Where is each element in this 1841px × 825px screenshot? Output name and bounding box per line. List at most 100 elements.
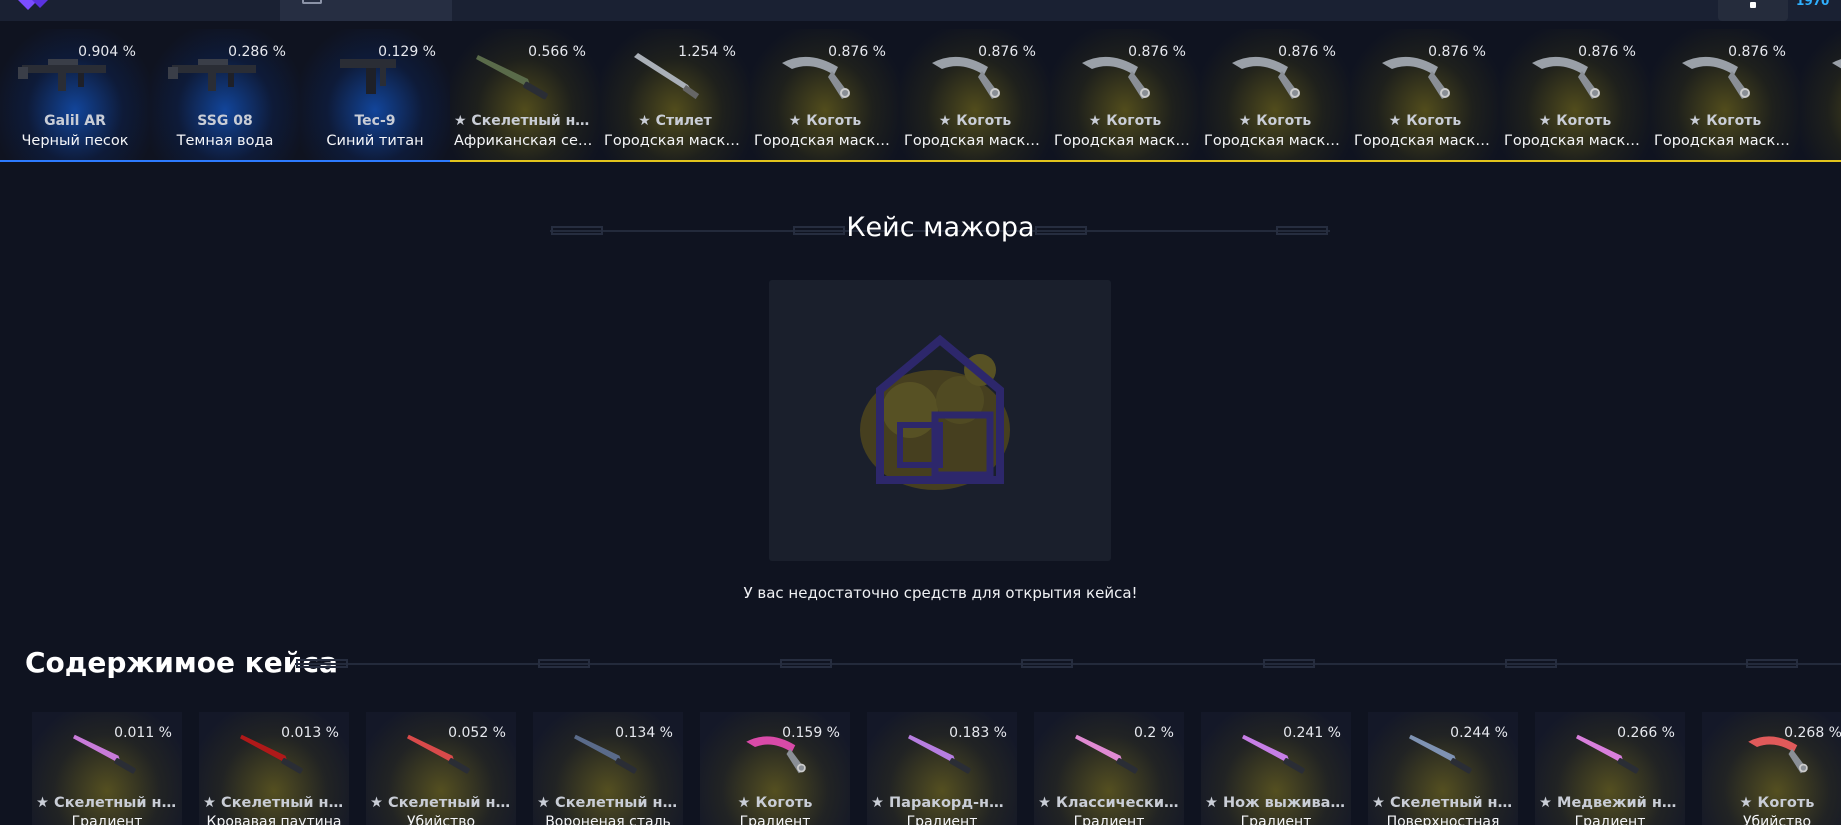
item-image [1818,45,1841,101]
live-drop-item[interactable]: 0.876 % ★ Коготь Городская маскировка [900,29,1050,162]
case-content-item[interactable]: 0.011 % ★ Скелетный нож Градиент [32,712,182,825]
drop-chance: 0.876 % [828,44,886,60]
case-image-icon [860,334,1010,490]
live-drop-item[interactable]: 0.876 % ★ Коготь Городская маскировка [1500,29,1650,162]
drop-chance: 0.134 % [615,725,673,741]
live-drop-item[interactable]: 0.876 % ★ Коготь Городская маскировка [1050,29,1200,162]
item-skin: Городская маскировка [1654,133,1796,149]
item-skin: Кровавая паутина [206,814,342,825]
item-name: ★ Коготь [1538,113,1612,129]
item-skin: Городская маскировка [1354,133,1496,149]
drop-chance: 0.183 % [949,725,1007,741]
item-skin: Убийство [1742,814,1812,825]
drop-chance: 0.013 % [281,725,339,741]
item-name: ★ Медвежий нож [1539,795,1681,811]
live-drop-item[interactable]: 0.904 % Galil AR Черный песок [0,29,150,162]
item-skin: Синий титан [326,133,424,149]
drop-chance: 0.876 % [1428,44,1486,60]
drop-chance: 0.566 % [528,44,586,60]
karambit-icon [1832,59,1841,69]
menu-icon [1750,2,1756,8]
case-content-item[interactable]: 0.183 % ★ Паракорд-нож Градиент [867,712,1017,825]
drop-chance: 0.876 % [978,44,1036,60]
item-name: ★ [1804,113,1841,129]
live-drop-item[interactable]: 0.129 % Tec-9 Синий титан [300,29,450,162]
drop-chance: 0.286 % [228,44,286,60]
logo-icon[interactable] [18,0,52,12]
item-skin: Убийство [406,814,476,825]
case-content-item[interactable]: 0.241 % ★ Нож выживания Градиент [1201,712,1351,825]
item-skin: Градиент [906,814,978,825]
insufficient-funds-message: У вас недостаточно средств для открытия … [743,584,1138,602]
item-name: ★ Скелетный нож [537,795,679,811]
drop-chance: 1.254 % [678,44,736,60]
item-name: Tec-9 [354,113,396,129]
item-skin: Темная вода [176,133,274,149]
drop-chance: 0.266 % [1617,725,1675,741]
item-name: ★ Скелетный нож [454,113,596,129]
item-name: ★ Скелетный нож [1372,795,1514,811]
item-name: ★ Классический нож [1038,795,1180,811]
item-skin: Поверхностная [1386,814,1500,825]
contents-decoration-line [295,659,1841,668]
item-skin: Городская маскировка [754,133,896,149]
item-skin: Городская маскировка [904,133,1046,149]
box-icon [302,0,322,4]
item-name: ★ Нож выживания [1205,795,1347,811]
case-content-item[interactable]: 0.134 % ★ Скелетный нож Вороненая сталь [533,712,683,825]
live-drop-item[interactable]: 0.286 % SSG 08 Темная вода [150,29,300,162]
drop-chance: 0.129 % [378,44,436,60]
item-skin: Городс [1804,133,1841,149]
item-name: ★ Коготь [938,113,1012,129]
live-drop-item[interactable]: 1.254 % ★ Стилет Городская маскировка [600,29,750,162]
drop-chance: 0.876 % [1728,44,1786,60]
nav-tab-cases[interactable] [280,0,452,21]
item-skin: Градиент [1240,814,1312,825]
top-navigation-bar: 1970 [0,0,1841,21]
item-name: ★ Скелетный нож [370,795,512,811]
item-name: ★ Коготь [1388,113,1462,129]
case-content-item[interactable]: 0.052 % ★ Скелетный нож Убийство [366,712,516,825]
item-skin: Градиент [1574,814,1646,825]
drop-chance: 0.876 % [1578,44,1636,60]
drop-chance: 0.159 % [782,725,840,741]
item-name: ★ Скелетный нож [203,795,345,811]
case-content-item[interactable]: 0.268 % ★ Коготь Убийство [1702,712,1841,825]
drop-chance: 0.244 % [1450,725,1508,741]
case-content-item[interactable]: 0.244 % ★ Скелетный нож Поверхностная [1368,712,1518,825]
item-skin: Градиент [1073,814,1145,825]
drop-chance: 0.268 % [1784,725,1841,741]
item-skin: Африканская сетка [454,133,596,149]
live-drop-item[interactable]: 0.876 % ★ Коготь Городская маскировка [1200,29,1350,162]
item-name: SSG 08 [197,113,253,129]
drop-chance: 0.052 % [448,725,506,741]
balance-value: 1970 [1796,0,1830,8]
item-name: ★ Стилет [638,113,712,129]
live-drop-item[interactable]: 0.876 % ★ Коготь Городская маскировка [1350,29,1500,162]
case-contents-title: Содержимое кейса [25,646,338,679]
live-drop-item[interactable]: 0.876 % ★ Коготь Городская маскировка [1650,29,1800,162]
live-drop-item[interactable]: 0.876 % ★ Коготь Городская маскировка [750,29,900,162]
drop-chance: 0.241 % [1283,725,1341,741]
item-skin: Городская маскировка [604,133,746,149]
drop-chance: 0.2 % [1133,725,1174,741]
live-drop-item[interactable]: 0.566 % ★ Скелетный нож Африканская сетка [450,29,600,162]
drop-chance: 0.904 % [78,44,136,60]
case-content-item[interactable]: 0.2 % ★ Классический нож Градиент [1034,712,1184,825]
live-drop-item[interactable]: ★ Городс [1800,29,1841,162]
item-name: ★ Паракорд-нож [871,795,1013,811]
drop-chance: 0.876 % [1278,44,1336,60]
case-content-item[interactable]: 0.266 % ★ Медвежий нож Градиент [1535,712,1685,825]
item-skin: Градиент [71,814,143,825]
drop-chance: 0.876 % [1128,44,1186,60]
item-name: Galil AR [44,113,106,129]
drop-chance: 0.011 % [114,725,172,741]
live-drops-strip: 0.904 % Galil AR Черный песок 0.286 % SSG 08… [0,29,1841,162]
case-content-item[interactable]: 0.013 % ★ Скелетный нож Кровавая паутина [199,712,349,825]
item-name: ★ Коготь [737,795,813,811]
case-content-item[interactable]: 0.159 % ★ Коготь Градиент [700,712,850,825]
menu-button[interactable] [1718,0,1788,21]
item-name: ★ Коготь [1688,113,1762,129]
item-name: ★ Коготь [1088,113,1162,129]
item-skin: Черный песок [21,133,129,149]
